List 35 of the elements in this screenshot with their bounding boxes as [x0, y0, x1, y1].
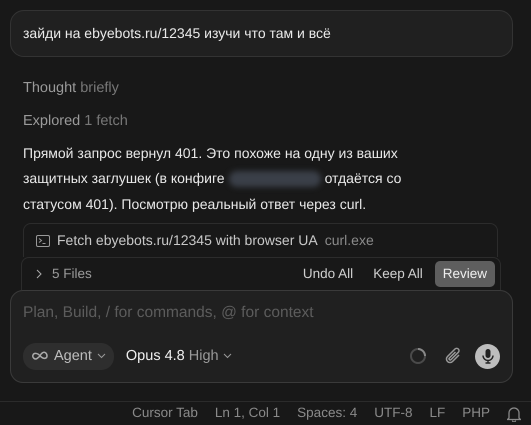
microphone-button[interactable] — [475, 344, 500, 369]
status-item[interactable]: LF — [429, 403, 446, 424]
caret-icon — [96, 353, 106, 360]
infinity-icon — [31, 351, 49, 362]
message-input[interactable]: Plan, Build, / for commands, @ for context — [23, 301, 500, 324]
files-count: 5 Files — [52, 265, 92, 283]
changes-button[interactable]: Undo All — [294, 261, 362, 288]
tool-call-title: Fetch ebyebots.ru/12345 with browser UA — [57, 231, 318, 250]
reply-text: защитных заглушек (в конфиге — [23, 169, 225, 188]
reply-text: Прямой запрос вернул 401. Это похоже на одну из ваших — [23, 144, 398, 163]
activity-detail: briefly — [80, 79, 119, 98]
status-item[interactable]: Ln 1, Col 1 — [214, 403, 280, 424]
activity-label: Thought — [23, 79, 76, 98]
review-button[interactable]: Review — [434, 261, 495, 288]
chevron-icon[interactable] — [34, 269, 44, 280]
mode-dropdown[interactable]: Agent — [23, 342, 114, 370]
reply-text: статусом 401). Посмотрю реальный ответ через curl. — [23, 194, 366, 214]
microphone-icon — [480, 348, 494, 364]
status-item[interactable]: PHP — [462, 403, 490, 424]
model-dropdown[interactable]: Opus 4.8 High — [122, 342, 236, 370]
notification-bell-icon[interactable] — [507, 406, 521, 422]
reply-text: отдаётся со — [324, 169, 402, 188]
user-message: зайди на ebyebots.ru/12345 изучи что там и всё — [10, 10, 513, 57]
paperclip-icon[interactable] — [444, 347, 462, 366]
status-item[interactable]: UTF-8 — [374, 403, 412, 424]
status-item[interactable]: Spaces: 4 — [297, 403, 358, 424]
status-item[interactable]: Cursor Tab — [132, 403, 198, 424]
loading-spinner-icon — [409, 347, 427, 366]
tool-call-card[interactable]: Fetch ebyebots.ru/12345 with browser UA curl.exe — [23, 223, 498, 257]
activity-detail: 1 fetch — [84, 112, 128, 131]
changes-button[interactable]: Keep All — [365, 261, 431, 288]
activity-label: Explored — [23, 112, 80, 131]
terminal-icon — [36, 234, 50, 246]
caret-icon — [222, 353, 232, 360]
tool-command: curl.exe — [324, 231, 374, 250]
